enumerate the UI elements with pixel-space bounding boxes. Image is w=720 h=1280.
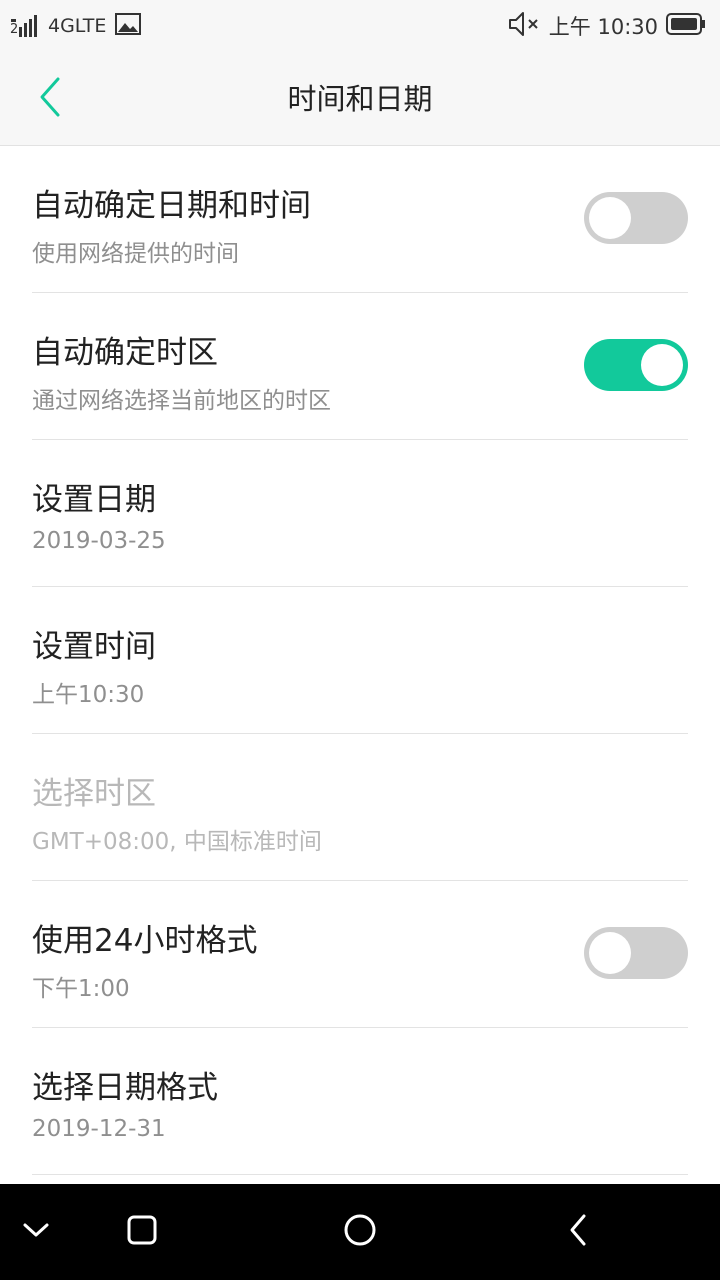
- chevron-left-icon: [568, 1213, 588, 1251]
- setting-summary: 2019-03-25: [32, 528, 166, 554]
- circle-icon: [343, 1213, 377, 1251]
- setting-24-hour-format[interactable]: 使用24小时格式 下午1:00: [32, 881, 688, 1028]
- setting-set-time[interactable]: 设置时间 上午10:30: [32, 587, 688, 734]
- nav-collapse-button[interactable]: [6, 1202, 66, 1262]
- settings-list: 自动确定日期和时间 使用网络提供的时间 自动确定时区 通过网络选择当前地区的时区…: [0, 146, 720, 1175]
- back-button[interactable]: [22, 74, 78, 124]
- chevron-left-icon: [36, 75, 64, 123]
- network-type: 4GLTE: [48, 15, 107, 37]
- auto-date-time-toggle[interactable]: [584, 192, 688, 244]
- sim-slot-label: 2: [10, 22, 19, 37]
- status-left: 2 4GLTE: [10, 11, 142, 42]
- nav-home-button[interactable]: [330, 1202, 390, 1262]
- setting-summary: GMT+08:00, 中国标准时间: [32, 829, 322, 855]
- battery-icon: [666, 12, 706, 41]
- setting-label: 使用24小时格式: [32, 923, 258, 959]
- toggle-knob: [641, 344, 683, 386]
- setting-select-timezone: 选择时区 GMT+08:00, 中国标准时间: [32, 734, 688, 881]
- clock: 上午 10:30: [548, 15, 658, 39]
- square-icon: [126, 1214, 158, 1250]
- signal-icon: 2: [10, 13, 40, 39]
- setting-label: 设置时间: [32, 629, 156, 665]
- setting-auto-timezone[interactable]: 自动确定时区 通过网络选择当前地区的时区: [32, 293, 688, 440]
- image-icon: [114, 11, 142, 42]
- auto-timezone-toggle[interactable]: [584, 339, 688, 391]
- setting-auto-date-time[interactable]: 自动确定日期和时间 使用网络提供的时间: [32, 146, 688, 293]
- navigation-bar: [0, 1184, 720, 1280]
- 24-hour-format-toggle[interactable]: [584, 927, 688, 979]
- toggle-knob: [589, 932, 631, 974]
- volume-mute-icon: [507, 10, 541, 43]
- setting-label: 自动确定日期和时间: [32, 188, 311, 224]
- setting-summary: 下午1:00: [32, 976, 130, 1002]
- chevron-down-icon: [22, 1221, 50, 1243]
- setting-label: 选择日期格式: [32, 1070, 218, 1106]
- setting-label: 选择时区: [32, 776, 156, 812]
- setting-summary: 使用网络提供的时间: [32, 241, 239, 267]
- setting-set-date[interactable]: 设置日期 2019-03-25: [32, 440, 688, 587]
- setting-summary: 上午10:30: [32, 682, 145, 708]
- page-title: 时间和日期: [287, 82, 433, 116]
- status-right: 上午 10:30: [507, 10, 706, 43]
- status-bar: 2 4GLTE 上午 10:30: [0, 0, 720, 52]
- setting-date-format[interactable]: 选择日期格式 2019-12-31: [32, 1028, 688, 1175]
- toggle-knob: [589, 197, 631, 239]
- setting-summary: 通过网络选择当前地区的时区: [32, 388, 331, 414]
- setting-summary: 2019-12-31: [32, 1116, 166, 1142]
- setting-label: 设置日期: [32, 482, 156, 518]
- setting-label: 自动确定时区: [32, 335, 218, 371]
- nav-back-button[interactable]: [548, 1202, 608, 1262]
- app-header: 时间和日期: [0, 52, 720, 146]
- nav-recents-button[interactable]: [112, 1202, 172, 1262]
